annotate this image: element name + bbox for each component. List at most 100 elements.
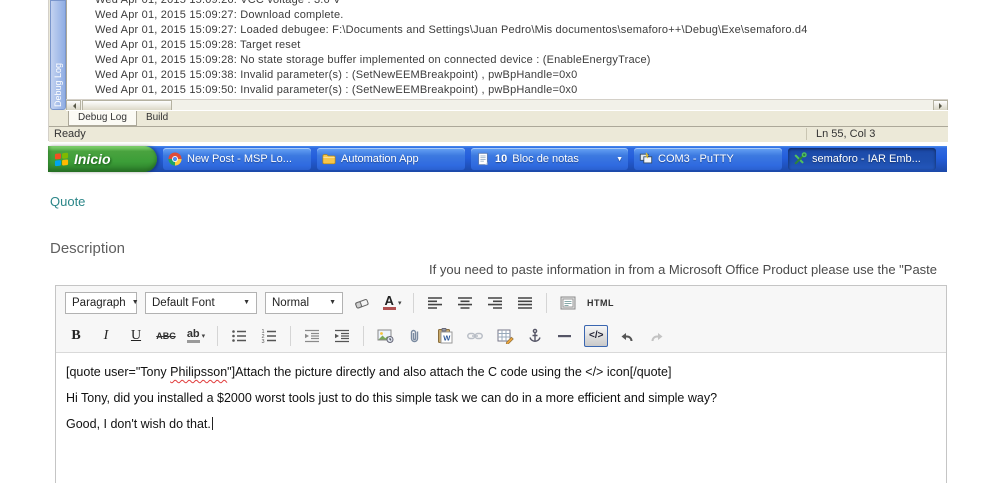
editor-line-quote: [quote user="Tony Philipsson"]Attach the…: [66, 365, 936, 379]
iar-debug-window: Debug Log Wed Apr 01, 2015 15:09:26: VCC…: [48, 0, 948, 142]
edit-table-button[interactable]: [494, 325, 516, 347]
align-left-button[interactable]: [424, 292, 446, 314]
font-family-value: Default Font: [152, 296, 215, 309]
editor-content[interactable]: [quote user="Tony Philipsson"]Attach the…: [56, 353, 946, 483]
panel-icon: [560, 296, 576, 309]
numbered-list-button[interactable]: 123: [258, 325, 280, 347]
text-color-button[interactable]: A ▾: [381, 292, 403, 314]
editor-line-closing: Good, I don't wish do that.: [66, 417, 936, 431]
html-source-button[interactable]: HTML: [587, 292, 614, 314]
chrome-icon: [168, 152, 182, 166]
start-button-label: Inicio: [74, 151, 111, 167]
bullet-list-button[interactable]: [228, 325, 250, 347]
toolbar-separator: [413, 292, 414, 313]
undo-button[interactable]: [616, 325, 638, 347]
font-family-dropdown[interactable]: Default Font ▼: [145, 291, 257, 314]
text-color-letter: A: [382, 293, 396, 310]
taskbar-button-label: Bloc de notas: [512, 153, 579, 165]
forum-new-post-page: Debug Log Wed Apr 01, 2015 15:09:26: VCC…: [0, 0, 1000, 483]
highlight-button[interactable]: ab ▾: [185, 325, 207, 347]
taskbar-group-notepad[interactable]: 10 Bloc de notas ▼: [471, 148, 628, 170]
align-justify-icon: [518, 296, 532, 309]
taskbar-button-putty[interactable]: COM3 - PuTTY: [634, 148, 782, 170]
svg-text:W: W: [443, 333, 451, 342]
ide-status-bar: Ready Ln 55, Col 3: [49, 126, 948, 142]
tab-build[interactable]: Build: [137, 111, 177, 125]
insert-link-button[interactable]: [464, 325, 486, 347]
closing-text: Good, I don't wish do that.: [66, 417, 211, 431]
description-heading: Description: [50, 240, 126, 257]
log-line: Wed Apr 01, 2015 15:09:27: Download comp…: [95, 9, 344, 21]
chevron-down-icon: ▾: [397, 299, 402, 307]
taskbar-button-label: New Post - MSP Lo...: [187, 153, 292, 165]
taskbar-button-browser[interactable]: New Post - MSP Lo...: [163, 148, 311, 170]
right-triangle-icon: [938, 102, 945, 109]
toolbar-separator: [217, 325, 218, 346]
toolbar-separator: [290, 325, 291, 346]
taskbar-button-automation-app[interactable]: Automation App: [317, 148, 465, 170]
paperclip-icon: [410, 329, 419, 342]
toolbar-separator: [363, 325, 364, 346]
font-size-dropdown[interactable]: Normal ▼: [265, 291, 343, 314]
group-dropdown-icon[interactable]: ▼: [616, 156, 623, 163]
debug-log-output[interactable]: Wed Apr 01, 2015 15:09:26: VCC voltage :…: [66, 0, 948, 99]
strikethrough-button[interactable]: ABC: [155, 325, 177, 347]
tab-debug-log[interactable]: Debug Log: [68, 111, 137, 126]
quote-open: [quote user="Tony: [66, 365, 171, 379]
paste-from-word-button[interactable]: W: [434, 325, 456, 347]
insert-image-button[interactable]: [374, 325, 396, 347]
attach-file-button[interactable]: [404, 325, 426, 347]
redo-button[interactable]: [646, 325, 668, 347]
log-line: Wed Apr 01, 2015 15:09:27: Loaded debuge…: [95, 24, 808, 36]
underline-button[interactable]: U: [125, 325, 147, 347]
editor-toolbar: Paragraph ▼ Default Font ▼ Normal ▼ A ▾ …: [56, 286, 946, 353]
embedded-screenshot: Debug Log Wed Apr 01, 2015 15:09:26: VCC…: [48, 0, 948, 172]
font-size-value: Normal: [272, 296, 310, 309]
windows-taskbar: Inicio New Post - MSP Lo... Automation A…: [48, 146, 947, 172]
log-line: Wed Apr 01, 2015 15:09:38: Invalid param…: [95, 69, 578, 81]
notepad-icon: [476, 152, 490, 166]
chevron-down-icon: ▼: [131, 299, 139, 306]
paste-word-icon: W: [438, 327, 453, 343]
rich-text-editor: Paragraph ▼ Default Font ▼ Normal ▼ A ▾ …: [55, 285, 947, 483]
align-justify-button[interactable]: [514, 292, 536, 314]
start-button[interactable]: Inicio: [48, 146, 157, 172]
indent-button[interactable]: [331, 325, 353, 347]
align-right-button[interactable]: [484, 292, 506, 314]
undo-icon: [621, 332, 633, 341]
align-center-icon: [458, 296, 472, 309]
align-right-icon: [488, 296, 502, 309]
toolbar-separator: [546, 292, 547, 313]
preview-panel-button[interactable]: [557, 292, 579, 314]
anchor-button[interactable]: [524, 325, 546, 347]
highlight-letters: ab: [186, 328, 200, 343]
text-cursor: [211, 417, 213, 430]
editor-line-reply: Hi Tony, did you installed a $2000 worst…: [66, 391, 718, 405]
putty-icon: [639, 152, 653, 166]
bold-button[interactable]: B: [65, 325, 87, 347]
paste-notice: If you need to paste information in from…: [429, 262, 938, 277]
italic-button[interactable]: I: [95, 325, 117, 347]
link-icon: [467, 332, 483, 339]
horizontal-rule-icon: [558, 334, 571, 337]
remove-format-button[interactable]: [351, 292, 373, 314]
log-line: Wed Apr 01, 2015 15:09:28: No state stor…: [95, 54, 651, 66]
debug-log-vertical-tab[interactable]: Debug Log: [50, 0, 66, 110]
insert-code-button[interactable]: </>: [584, 324, 609, 347]
toolbar-row-2: B I U ABC ab ▾ 123 W </>: [56, 319, 946, 352]
paragraph-format-dropdown[interactable]: Paragraph ▼: [65, 291, 139, 314]
left-triangle-icon: [70, 102, 76, 109]
taskbar-button-iar[interactable]: semaforo - IAR Emb...: [788, 148, 936, 170]
outdent-button[interactable]: [301, 325, 323, 347]
quote-link[interactable]: Quote: [50, 194, 85, 209]
paragraph-format-value: Paragraph: [72, 296, 126, 309]
taskbar-button-label: COM3 - PuTTY: [658, 153, 734, 165]
svg-text:3: 3: [262, 339, 265, 344]
align-center-button[interactable]: [454, 292, 476, 314]
status-cursor-position: Ln 55, Col 3: [806, 128, 875, 140]
eraser-icon: [353, 295, 371, 311]
log-line: Wed Apr 01, 2015 15:09:26: VCC voltage :…: [95, 0, 341, 6]
horizontal-rule-button[interactable]: [554, 325, 576, 347]
taskbar-button-label: semaforo - IAR Emb...: [812, 153, 921, 165]
status-ready: Ready: [54, 128, 86, 140]
